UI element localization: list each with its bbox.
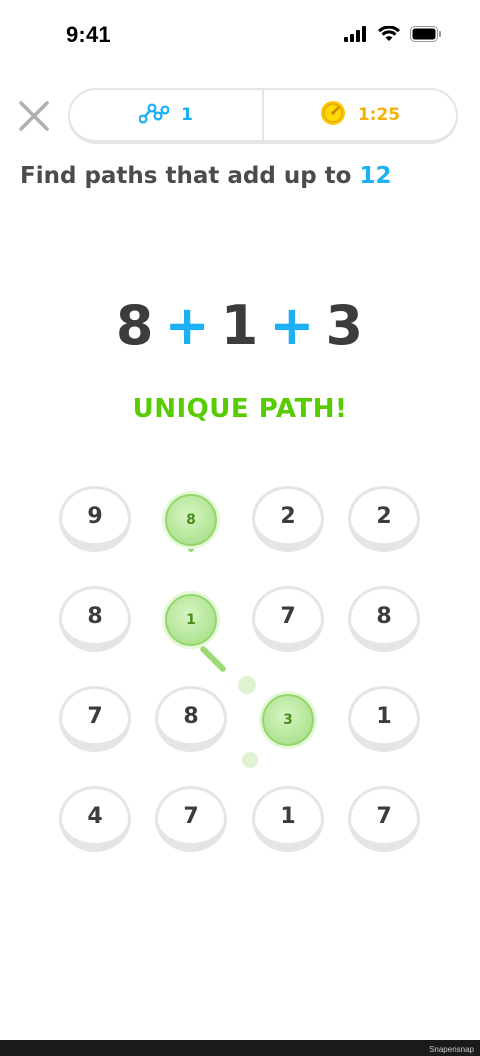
grid-cell-r1c0[interactable]: 8 bbox=[59, 586, 131, 652]
grid-cell-r0c3[interactable]: 2 bbox=[348, 486, 420, 552]
grid-cell-r0c2[interactable]: 2 bbox=[252, 486, 324, 552]
watermark: Snapensnap bbox=[429, 1045, 474, 1054]
grid-cell-r0c1[interactable]: 8 bbox=[165, 494, 217, 546]
bottom-strip: Snapensnap bbox=[0, 1040, 480, 1056]
grid-cell-r1c2[interactable]: 7 bbox=[252, 586, 324, 652]
grid-cell-r2c2[interactable]: 3 bbox=[262, 694, 314, 746]
grid-cell-r3c3[interactable]: 7 bbox=[348, 786, 420, 852]
path-dot bbox=[238, 676, 256, 694]
path-dot bbox=[242, 752, 258, 768]
grid-cell-r2c1[interactable]: 8 bbox=[155, 686, 227, 752]
grid-cell-r3c1[interactable]: 7 bbox=[155, 786, 227, 852]
grid-cell-r2c0[interactable]: 7 bbox=[59, 686, 131, 752]
number-grid: 9 8 2 2 8 1 7 8 7 8 3 1 4 7 1 7 bbox=[0, 0, 480, 1056]
grid-cell-r3c0[interactable]: 4 bbox=[59, 786, 131, 852]
grid-cell-r1c3[interactable]: 8 bbox=[348, 586, 420, 652]
grid-cell-r3c2[interactable]: 1 bbox=[252, 786, 324, 852]
grid-cell-r2c3[interactable]: 1 bbox=[348, 686, 420, 752]
grid-cell-r1c1[interactable]: 1 bbox=[165, 594, 217, 646]
grid-cell-r0c0[interactable]: 9 bbox=[59, 486, 131, 552]
path-connector bbox=[198, 644, 228, 674]
